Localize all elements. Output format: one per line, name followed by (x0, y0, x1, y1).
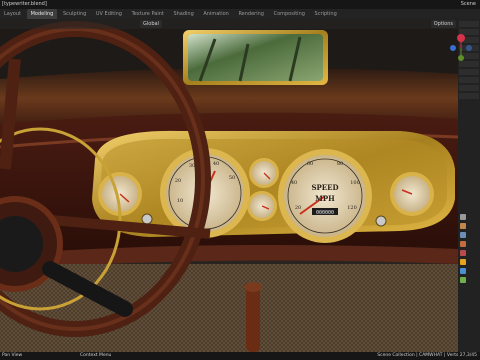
tab-layout[interactable]: Layout (0, 9, 25, 19)
left-gauge-tick-20: 20 (175, 178, 181, 184)
tab-compositing[interactable]: Compositing (270, 9, 309, 19)
tab-scripting[interactable]: Scripting (311, 9, 341, 19)
tab-texture-paint[interactable]: Texture Paint (128, 9, 168, 19)
tab-shading[interactable]: Shading (169, 9, 197, 19)
speed-tick-120: 120 (347, 205, 357, 211)
speed-tick-60: 60 (307, 161, 313, 167)
viewport-3d[interactable]: 10 20 30 40 50 20 40 60 80 100 120 SPEED… (0, 19, 458, 352)
modifier-icon[interactable] (460, 268, 466, 274)
output-icon[interactable] (460, 232, 466, 238)
speed-tick-20: 20 (295, 205, 301, 211)
world-icon[interactable] (460, 250, 466, 256)
odometer: 000000 (316, 210, 334, 216)
speedometer-label-top: SPEED (311, 183, 338, 192)
outliner-row[interactable] (459, 77, 479, 83)
tab-sculpting[interactable]: Sculpting (59, 9, 90, 19)
scene-icon[interactable] (460, 241, 466, 247)
speed-tick-80: 80 (337, 161, 343, 167)
speed-tick-40: 40 (291, 180, 297, 186)
speedometer-label-bottom: MPH (315, 194, 335, 203)
tab-uv-editing[interactable]: UV Editing (92, 9, 126, 19)
viewport-header: Global Options (0, 19, 458, 29)
material-icon[interactable] (460, 277, 466, 283)
scene-selector[interactable]: Scene (461, 0, 476, 9)
left-gauge-tick-30: 30 (189, 163, 195, 169)
left-gauge-tick-40: 40 (213, 161, 219, 167)
rendered-scene: 10 20 30 40 50 20 40 60 80 100 120 SPEED… (0, 19, 458, 352)
window-title: [typewriter.blend] (2, 1, 47, 7)
status-hint-context: Context Menu (80, 353, 112, 358)
scene-statistics: Scene Collection | CAMWHAT | Verts 27,3/… (377, 353, 477, 358)
tab-modeling[interactable]: Modeling (26, 9, 58, 19)
transform-orientation-dropdown[interactable]: Global (140, 20, 162, 28)
speed-tick-100: 100 (350, 180, 360, 186)
left-gauge-tick-50: 50 (229, 175, 235, 181)
render-icon[interactable] (460, 223, 466, 229)
tool-settings-icon[interactable] (460, 214, 466, 220)
status-hint-pan: Pan View (2, 353, 23, 358)
outliner-row[interactable] (459, 93, 479, 99)
outliner-row[interactable] (459, 85, 479, 91)
tab-animation[interactable]: Animation (199, 9, 233, 19)
object-icon[interactable] (460, 259, 466, 265)
navigation-gizmo[interactable] (448, 16, 474, 76)
status-bar: Pan View Context Menu Scene Collection |… (0, 352, 480, 360)
tab-rendering[interactable]: Rendering (234, 9, 268, 19)
left-gauge-tick-10: 10 (177, 198, 183, 204)
title-bar: [typewriter.blend] Scene (0, 0, 480, 9)
workspace-tabs: Layout Modeling Sculpting UV Editing Tex… (0, 9, 480, 19)
